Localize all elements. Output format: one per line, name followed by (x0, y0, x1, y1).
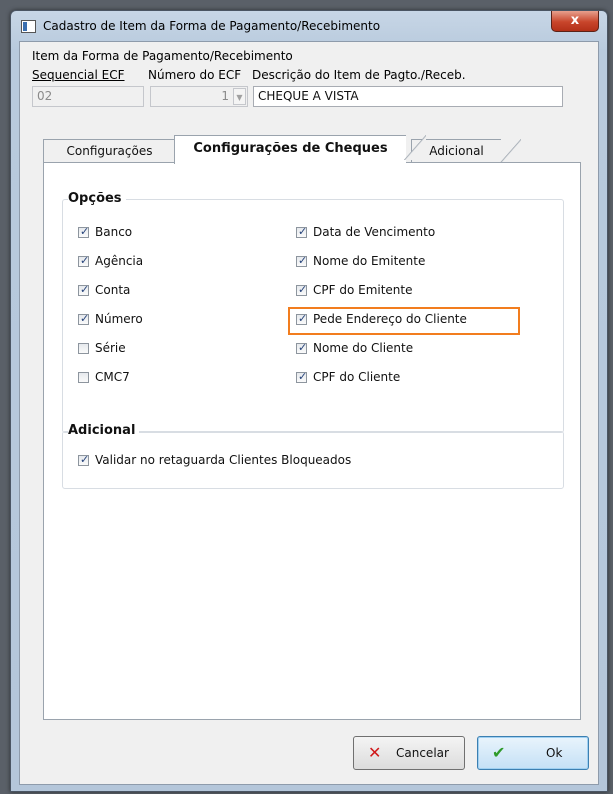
checkbox-nome-emitente[interactable]: Nome do Emitente (296, 254, 425, 270)
highlight-box (288, 307, 520, 335)
data-vencimento-checkbox-box[interactable] (296, 225, 307, 238)
cancel-button[interactable]: ✕ Cancelar (353, 736, 465, 770)
cmc7-label: CMC7 (95, 370, 130, 384)
checkbox-agencia[interactable]: Agência (78, 254, 143, 270)
checkbox-numero[interactable]: Número (78, 312, 143, 328)
validar-bloqueados-label: Validar no retaguarda Clientes Bloqueado… (95, 453, 352, 467)
conta-label: Conta (95, 283, 131, 297)
cancel-label: Cancelar (396, 746, 449, 760)
sequencial-label: Sequencial ECF (32, 68, 125, 82)
ok-label: Ok (546, 746, 563, 760)
conta-checkbox-box[interactable] (78, 283, 89, 296)
cpf-emitente-label: CPF do Emitente (313, 283, 413, 297)
checkbox-conta[interactable]: Conta (78, 283, 130, 299)
checkbox-banco[interactable]: Banco (78, 225, 132, 241)
tab-bar: Configurações Configurações de Cheques A… (43, 135, 583, 164)
window-title: Cadastro de Item da Forma de Pagamento/R… (43, 19, 381, 33)
nome-cliente-checkbox-box[interactable] (296, 341, 307, 354)
title-bar: Cadastro de Item da Forma de Pagamento/R… (11, 11, 607, 41)
descricao-input[interactable]: CHEQUE A VISTA (253, 86, 563, 107)
nome-cliente-label: Nome do Cliente (313, 341, 414, 355)
nome-emitente-checkbox-box[interactable] (296, 254, 307, 267)
banco-label: Banco (95, 225, 133, 239)
check-icon: ✔ (492, 743, 506, 762)
item-group-label: Item da Forma de Pagamento/Recebimento (32, 49, 293, 63)
checkbox-cpf-emitente[interactable]: CPF do Emitente (296, 283, 413, 299)
cpf-cliente-checkbox-box[interactable] (296, 370, 307, 383)
nome-emitente-label: Nome do Emitente (313, 254, 426, 268)
cmc7-checkbox-box[interactable] (78, 372, 89, 383)
checkbox-data-vencimento[interactable]: Data de Vencimento (296, 225, 435, 241)
opcoes-title: Opções (68, 191, 126, 206)
adicional-title: Adicional (68, 423, 140, 438)
ok-button[interactable]: ✔ Ok (477, 736, 589, 770)
serie-checkbox-box[interactable] (78, 343, 89, 354)
cpf-emitente-checkbox-box[interactable] (296, 283, 307, 296)
banco-checkbox-box[interactable] (78, 225, 89, 238)
checkbox-cpf-cliente[interactable]: CPF do Cliente (296, 370, 400, 386)
numero-label: Número (95, 312, 143, 326)
x-icon: ✕ (368, 743, 382, 762)
descricao-value: CHEQUE A VISTA (258, 89, 359, 103)
tab-configuracoes[interactable]: Configurações (43, 139, 176, 162)
numero-ecf-label: Número do ECF (148, 68, 242, 82)
sequencial-field[interactable]: 02 (32, 86, 144, 107)
numero-ecf-field[interactable]: 1 ▼ (150, 86, 248, 107)
checkbox-nome-cliente[interactable]: Nome do Cliente (296, 341, 413, 357)
close-button[interactable]: x (551, 11, 599, 32)
validar-bloqueados-checkbox-box[interactable] (78, 453, 89, 466)
checkbox-cmc7[interactable]: CMC7 (78, 370, 130, 386)
tab-panel: Opções Banco Agência Conta Número Série … (43, 162, 581, 720)
dialog-window: Cadastro de Item da Forma de Pagamento/R… (10, 10, 608, 792)
tab-configuracoes-cheques[interactable]: Configurações de Cheques (174, 135, 426, 164)
data-vencimento-label: Data de Vencimento (313, 225, 436, 239)
numero-ecf-dropdown-icon[interactable]: ▼ (233, 88, 246, 105)
agencia-checkbox-box[interactable] (78, 254, 89, 267)
cpf-cliente-label: CPF do Cliente (313, 370, 401, 384)
descricao-label: Descrição do Item de Pagto./Receb. (252, 68, 466, 82)
numero-checkbox-box[interactable] (78, 312, 89, 325)
checkbox-validar-bloqueados[interactable]: Validar no retaguarda Clientes Bloqueado… (78, 453, 351, 469)
numero-ecf-value: 1 (221, 89, 229, 103)
sequencial-value: 02 (37, 89, 53, 103)
checkbox-serie[interactable]: Série (78, 341, 126, 357)
agencia-label: Agência (95, 254, 144, 268)
window-app-icon (21, 20, 36, 33)
serie-label: Série (95, 341, 126, 355)
